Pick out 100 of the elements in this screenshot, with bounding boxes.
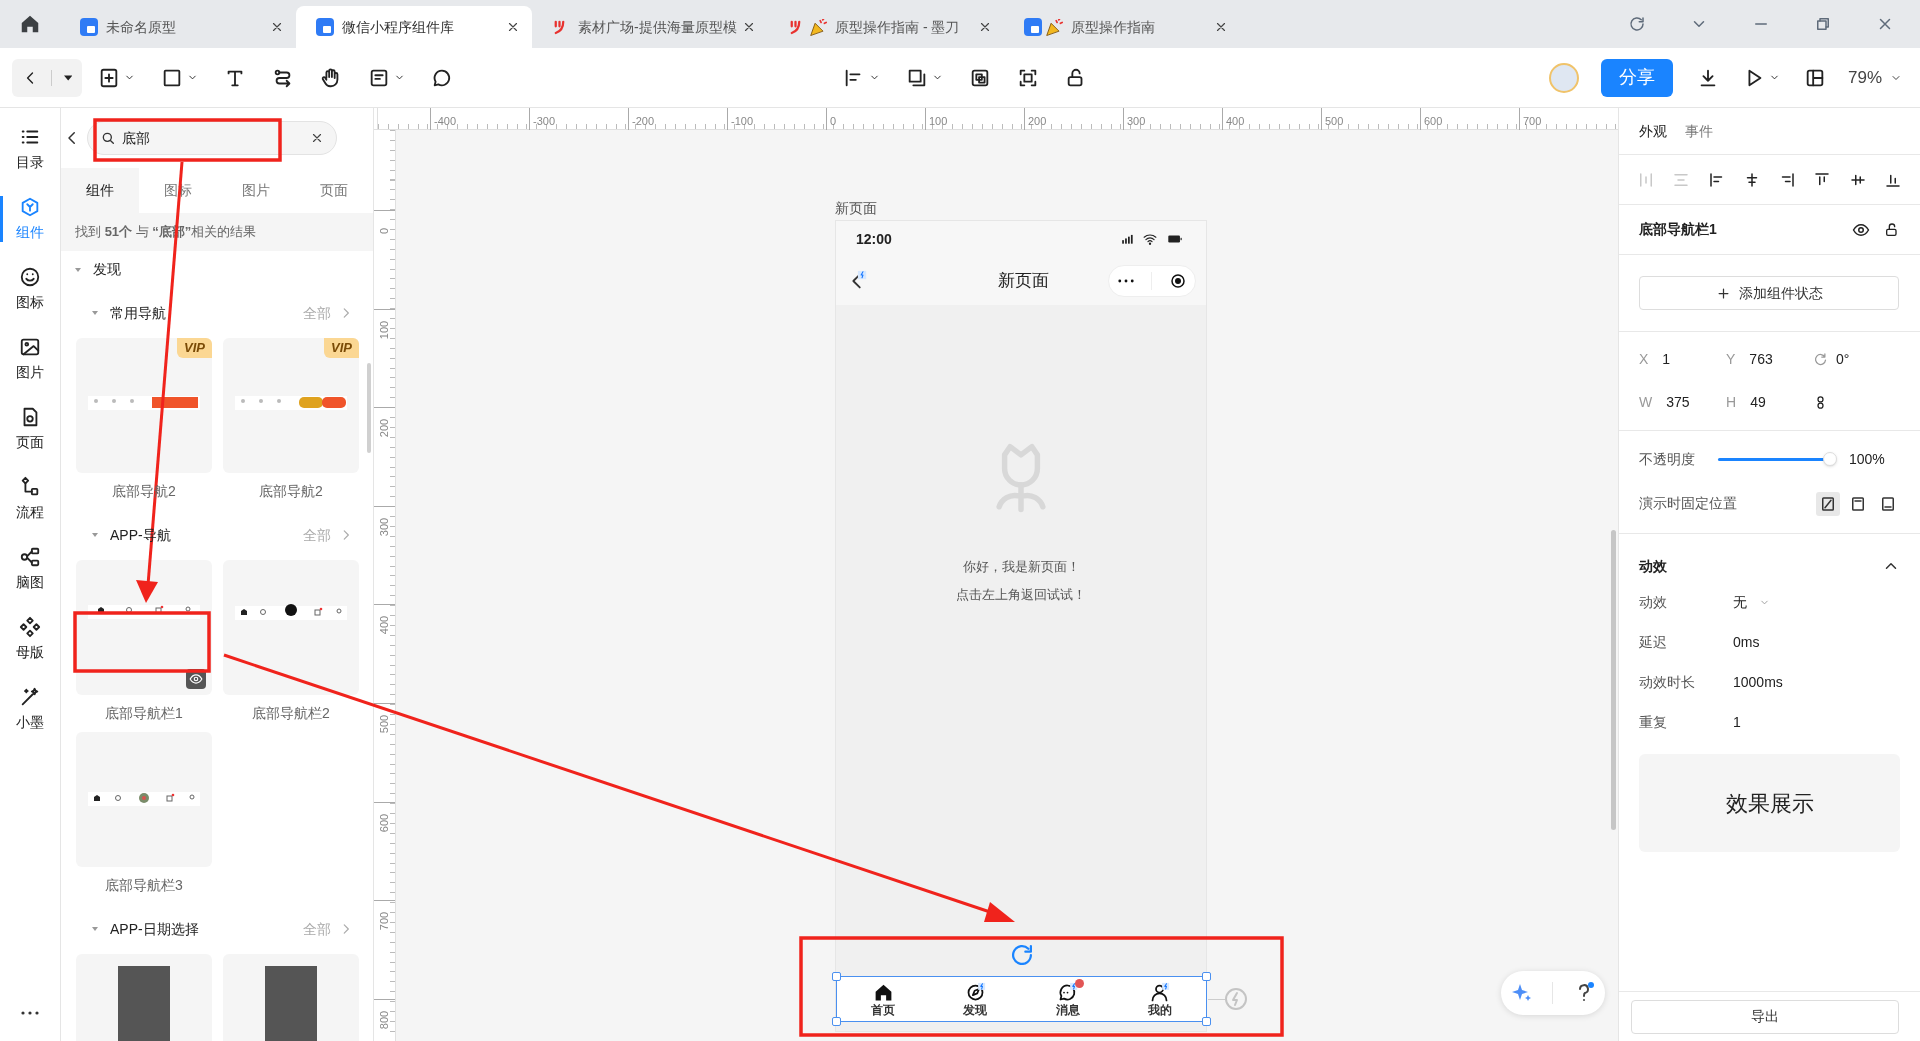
- geometry-field[interactable]: H 49: [1726, 392, 1813, 413]
- scrollbar[interactable]: [1611, 530, 1616, 830]
- rotation-field[interactable]: 0°: [1813, 349, 1900, 370]
- unlock-icon[interactable]: [1884, 221, 1900, 238]
- slider-thumb[interactable]: [1823, 451, 1837, 466]
- layer-name: 底部导航栏1: [1639, 220, 1718, 239]
- refresh-icon[interactable]: [1012, 945, 1032, 965]
- tab-title: 原型操作指南: [1071, 17, 1156, 37]
- plus-icon: [1715, 285, 1731, 301]
- sidebar-item[interactable]: 组件: [0, 196, 61, 266]
- capsule-menu[interactable]: [1108, 265, 1196, 297]
- app-logo-icon: [80, 18, 98, 36]
- browser-tab[interactable]: 微信小程序组件库: [296, 6, 532, 48]
- share-button[interactable]: 分享: [1600, 58, 1673, 97]
- component-card[interactable]: VIP: [76, 338, 212, 473]
- zoom-select[interactable]: 79%: [1847, 64, 1902, 91]
- opacity-label: 不透明度: [1639, 449, 1696, 469]
- browser-tab[interactable]: 原型操作指南 - 墨刀: [768, 6, 1004, 48]
- component-card[interactable]: VIP: [223, 338, 359, 473]
- frame-icon: [1819, 494, 1837, 513]
- sidebar-item[interactable]: 脑图: [0, 546, 61, 616]
- ruler-label: 0: [378, 227, 391, 235]
- browser-tab[interactable]: 未命名原型: [60, 6, 296, 48]
- tab-title: 微信小程序组件库: [342, 17, 455, 37]
- tab-title: 未命名原型: [106, 17, 177, 37]
- inspector-tab[interactable]: 事件: [1685, 120, 1713, 142]
- panel-tab[interactable]: 组件: [61, 168, 139, 213]
- sidebar-item[interactable]: 母版: [0, 616, 61, 686]
- section-title: 动效: [1639, 556, 1668, 576]
- tab-title: 素材广场-提供海量原型模: [578, 17, 738, 37]
- close-icon[interactable]: [978, 20, 992, 34]
- eye-icon: [189, 672, 203, 686]
- component-label: 底部导航栏3: [105, 876, 183, 895]
- resize-handle[interactable]: [1202, 972, 1211, 981]
- sidebar-item[interactable]: 图片: [0, 336, 61, 406]
- geometry-field[interactable]: W 375: [1639, 392, 1726, 413]
- vip-badge: VIP: [324, 338, 359, 358]
- add-page-icon: [98, 66, 120, 89]
- ruler-label: 400: [378, 616, 391, 635]
- sidebar-item[interactable]: 目录: [0, 126, 61, 196]
- search-field[interactable]: 底部: [87, 121, 337, 155]
- app-logo-icon: [1024, 18, 1042, 36]
- mindmap-icon: [19, 546, 41, 568]
- frame-icon: [1849, 494, 1867, 513]
- property-value[interactable]: 1000ms: [1733, 671, 1783, 693]
- ruler-label: 0: [830, 115, 837, 127]
- caret-icon: [63, 74, 72, 81]
- resize-handle[interactable]: [1202, 1017, 1211, 1026]
- sidebar-item[interactable]: 流程: [0, 476, 61, 546]
- scrollbar[interactable]: [367, 363, 371, 453]
- close-icon[interactable]: [742, 20, 756, 34]
- fixed-position-option[interactable]: [1816, 491, 1840, 516]
- more-icon[interactable]: [21, 1011, 39, 1015]
- reload-icon[interactable]: [1628, 15, 1646, 33]
- tab-bar-item[interactable]: 发现: [929, 981, 1022, 1017]
- smiley-icon: [19, 266, 41, 288]
- property-value[interactable]: 0ms: [1733, 631, 1760, 653]
- tab-bar-item[interactable]: 我的: [1113, 981, 1206, 1017]
- category-title[interactable]: 发现: [93, 259, 121, 280]
- status-time: 12:00: [856, 229, 893, 249]
- close-icon[interactable]: [1214, 20, 1228, 34]
- animation-select[interactable]: 无: [1733, 591, 1770, 613]
- inspector-tab[interactable]: 外观: [1639, 120, 1667, 142]
- page-label: 新页面: [835, 199, 877, 218]
- ruler-label: 600: [1424, 115, 1443, 127]
- home-icon[interactable]: [19, 13, 41, 35]
- sidebar-item[interactable]: 页面: [0, 406, 61, 476]
- clear-icon[interactable]: [310, 131, 324, 145]
- component-card[interactable]: [76, 560, 212, 695]
- geometry-field[interactable]: X 1: [1639, 349, 1726, 370]
- browser-tab[interactable]: 素材广场-提供海量原型模: [532, 6, 768, 48]
- chat-icon: [1057, 981, 1079, 1003]
- effect-preview[interactable]: 效果展示: [1639, 754, 1900, 852]
- tab-bar-item[interactable]: 首页: [837, 981, 930, 1017]
- image-icon: [19, 336, 41, 358]
- frame-icon: [1879, 494, 1897, 513]
- ruler-label: 700: [1523, 115, 1542, 127]
- browser-tab[interactable]: 原型操作指南: [1004, 6, 1240, 48]
- add-state-button[interactable]: 添加组件状态: [1639, 276, 1899, 310]
- resize-handle[interactable]: [832, 972, 841, 981]
- ruler-label: 500: [1325, 115, 1344, 127]
- ruler-label: 700: [378, 912, 391, 931]
- sidebar-item[interactable]: 小墨: [0, 686, 61, 756]
- property-value[interactable]: 1: [1733, 711, 1741, 733]
- restore-icon[interactable]: [1814, 15, 1832, 33]
- export-button[interactable]: 导出: [1631, 999, 1899, 1034]
- close-icon[interactable]: [270, 20, 284, 34]
- group-title[interactable]: APP-日期选择: [110, 918, 303, 940]
- component-label: 底部导航2: [259, 482, 323, 501]
- resize-handle[interactable]: [832, 1017, 841, 1026]
- component-card[interactable]: [223, 560, 359, 695]
- sidebar-item[interactable]: 图标: [0, 266, 61, 336]
- group-title[interactable]: 常用导航: [110, 302, 303, 324]
- hexagon-icon: [19, 196, 41, 218]
- tab-bar-item[interactable]: 消息: [1021, 981, 1114, 1017]
- search-icon: [100, 130, 116, 146]
- geometry-field[interactable]: Y 763: [1726, 349, 1813, 370]
- add-page-button[interactable]: [98, 66, 135, 89]
- close-icon[interactable]: [506, 20, 520, 34]
- ruler-label: -200: [632, 115, 655, 127]
